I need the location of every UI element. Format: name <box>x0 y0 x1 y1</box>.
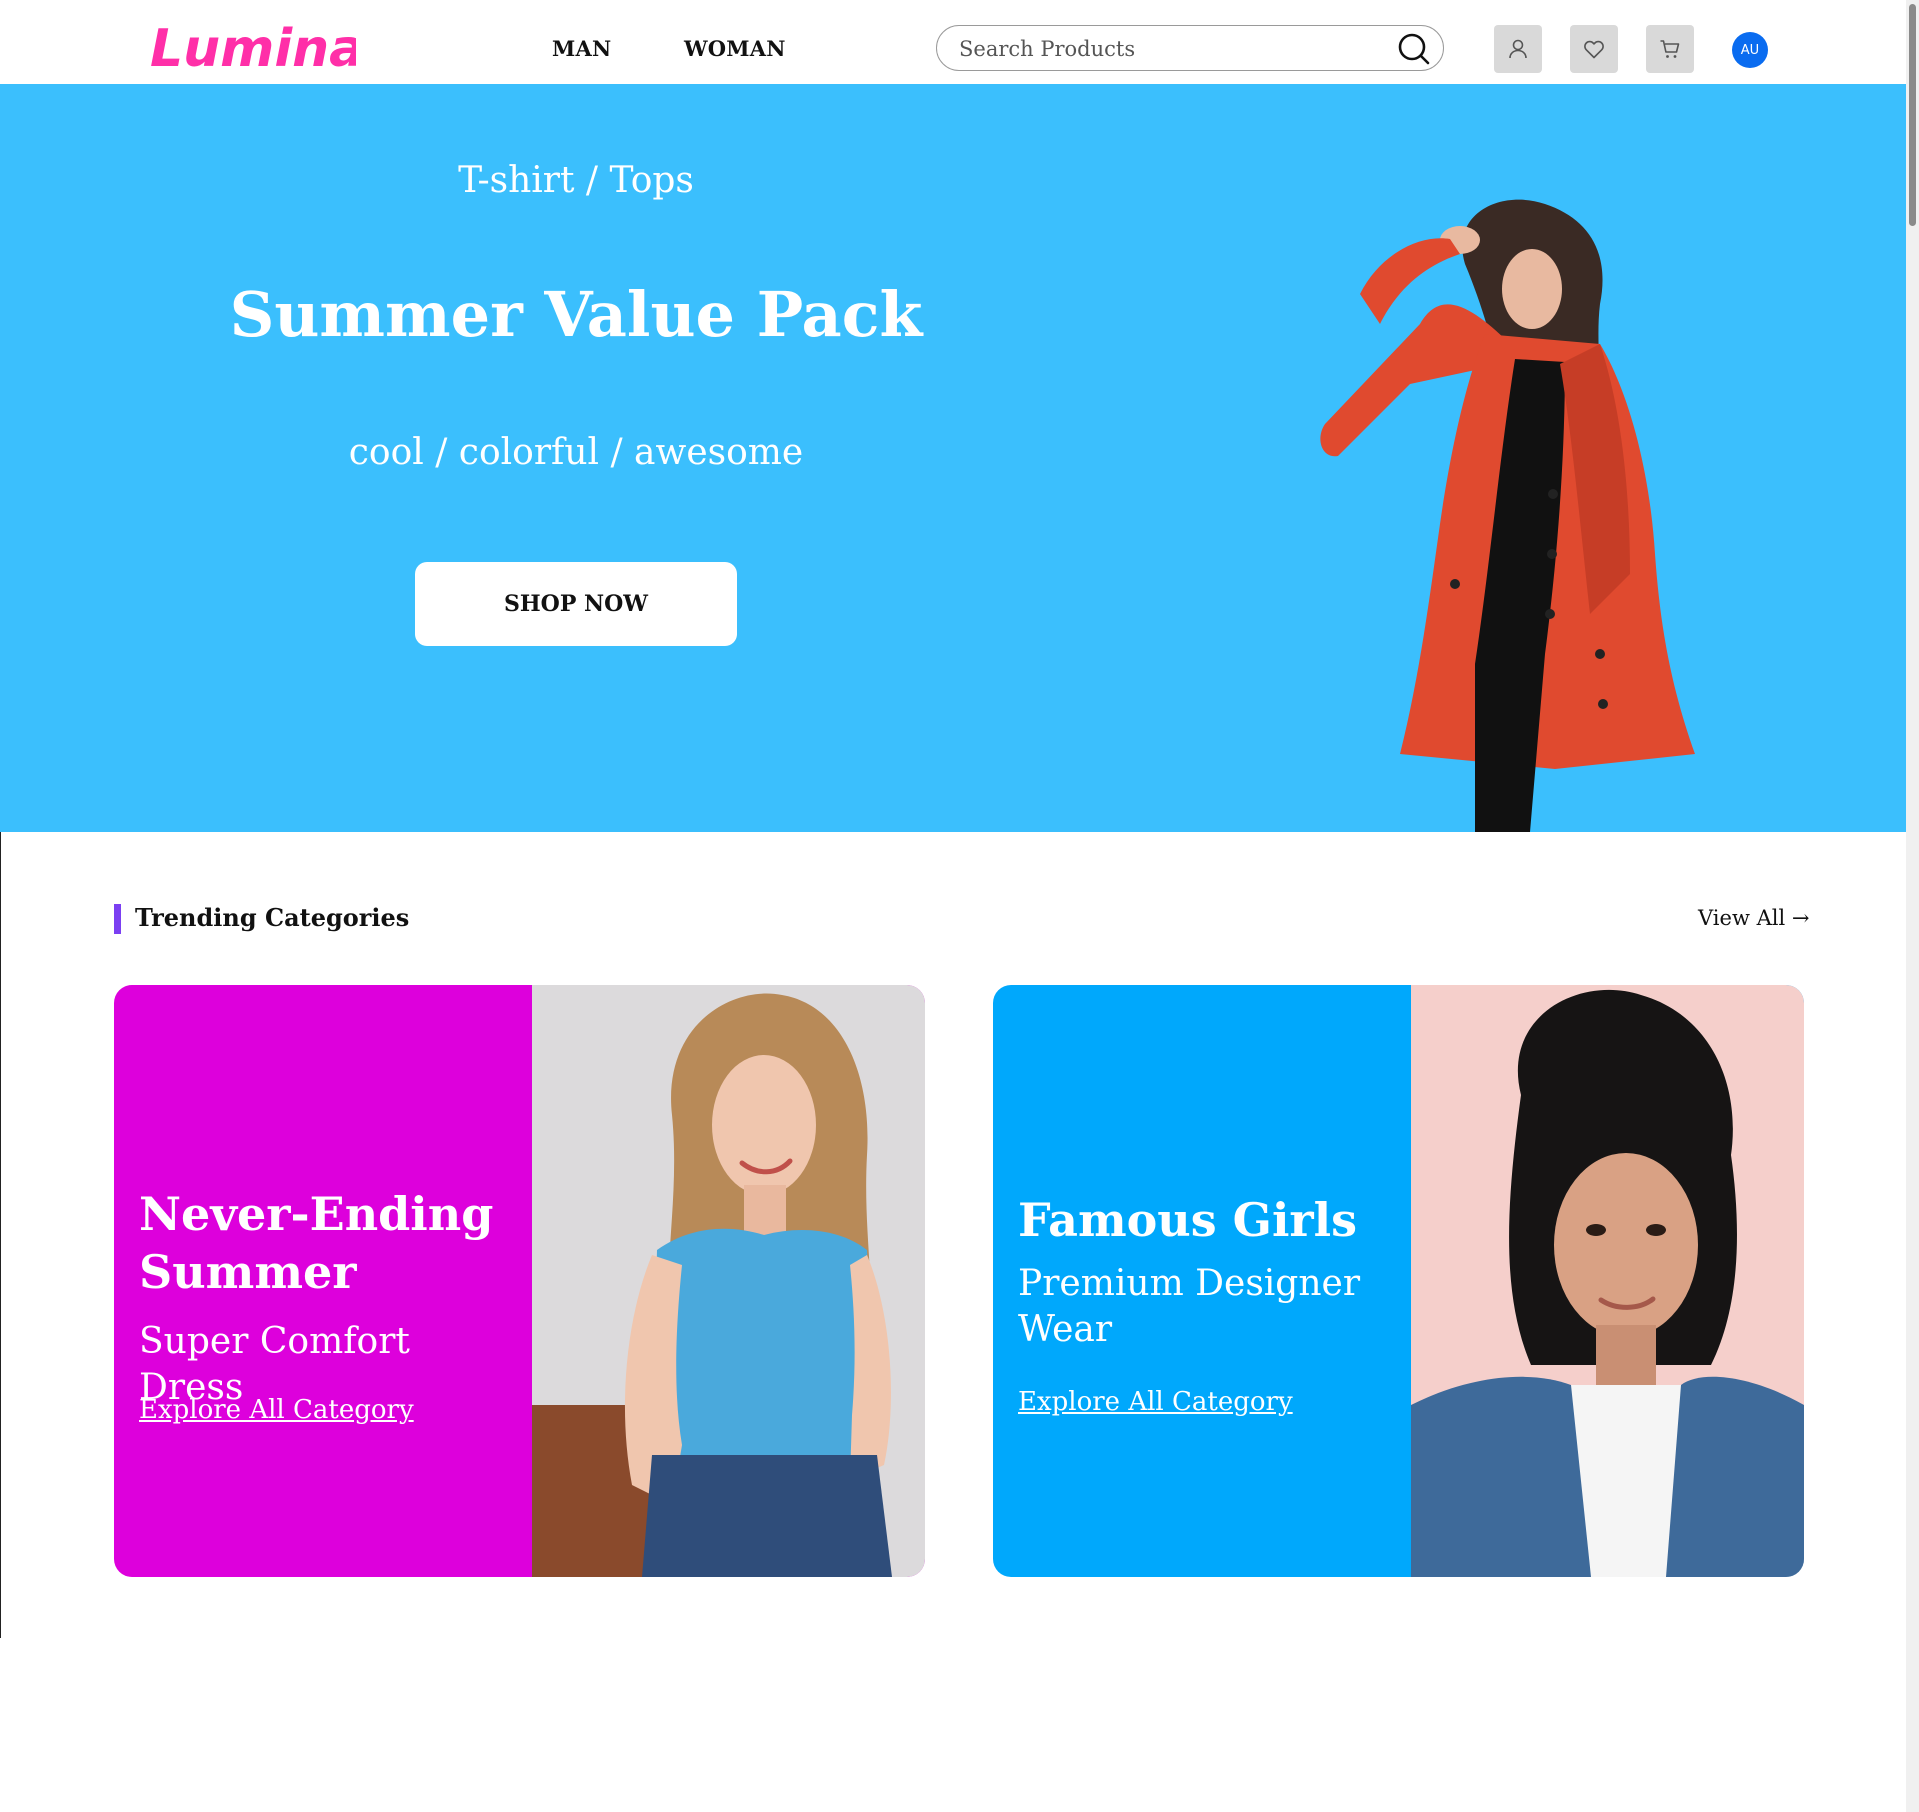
page-edge-line <box>0 832 1 1638</box>
account-button[interactable] <box>1494 25 1542 73</box>
hero-model-image <box>1320 199 1695 832</box>
shop-now-button[interactable]: SHOP NOW <box>415 562 737 646</box>
category-photo <box>1411 985 1804 1577</box>
cart-button[interactable] <box>1646 25 1694 73</box>
section-title: Trending Categories <box>135 903 410 932</box>
hero-banner: T-shirt / Tops Summer Value Pack cool / … <box>0 84 1919 832</box>
scrollbar-thumb[interactable] <box>1909 4 1916 226</box>
search-input[interactable] <box>957 32 1381 66</box>
card-title: Never-Ending Summer <box>139 1187 494 1299</box>
logo-text: Luminae <box>150 19 356 79</box>
hero-title: Summer Value Pack <box>229 278 923 351</box>
category-photo <box>532 985 925 1577</box>
card-subtitle: Premium Designer Wear <box>1018 1263 1361 1350</box>
page-scrollbar[interactable] <box>1906 0 1919 1812</box>
cart-icon <box>1660 40 1680 58</box>
section-accent-bar <box>114 904 121 934</box>
user-avatar[interactable]: AU <box>1732 32 1768 68</box>
nav-link-man[interactable]: MAN <box>552 36 611 61</box>
heart-icon <box>1584 40 1604 59</box>
hero-tagline: cool / colorful / awesome <box>348 432 804 473</box>
card-title: Famous Girls <box>1018 1193 1358 1247</box>
site-header: Luminae MAN WOMAN AU <box>0 0 1919 84</box>
site-logo[interactable]: Luminae <box>146 14 402 81</box>
search-bar <box>936 25 1444 71</box>
view-all-link[interactable]: View All → <box>1698 906 1809 930</box>
category-card[interactable]: Famous Girls Premium Designer Wear Explo… <box>993 985 1804 1577</box>
search-button[interactable] <box>1397 32 1431 66</box>
category-card[interactable]: Never-Ending Summer Super Comfort Dress … <box>114 985 925 1577</box>
user-icon <box>1509 39 1527 59</box>
hero-subtitle: T-shirt / Tops <box>458 160 694 201</box>
explore-category-link[interactable]: Explore All Category <box>1018 1387 1293 1417</box>
wishlist-button[interactable] <box>1570 25 1618 73</box>
nav-link-woman[interactable]: WOMAN <box>684 36 786 61</box>
search-icon <box>1398 33 1430 65</box>
explore-category-link[interactable]: Explore All Category <box>139 1395 414 1425</box>
